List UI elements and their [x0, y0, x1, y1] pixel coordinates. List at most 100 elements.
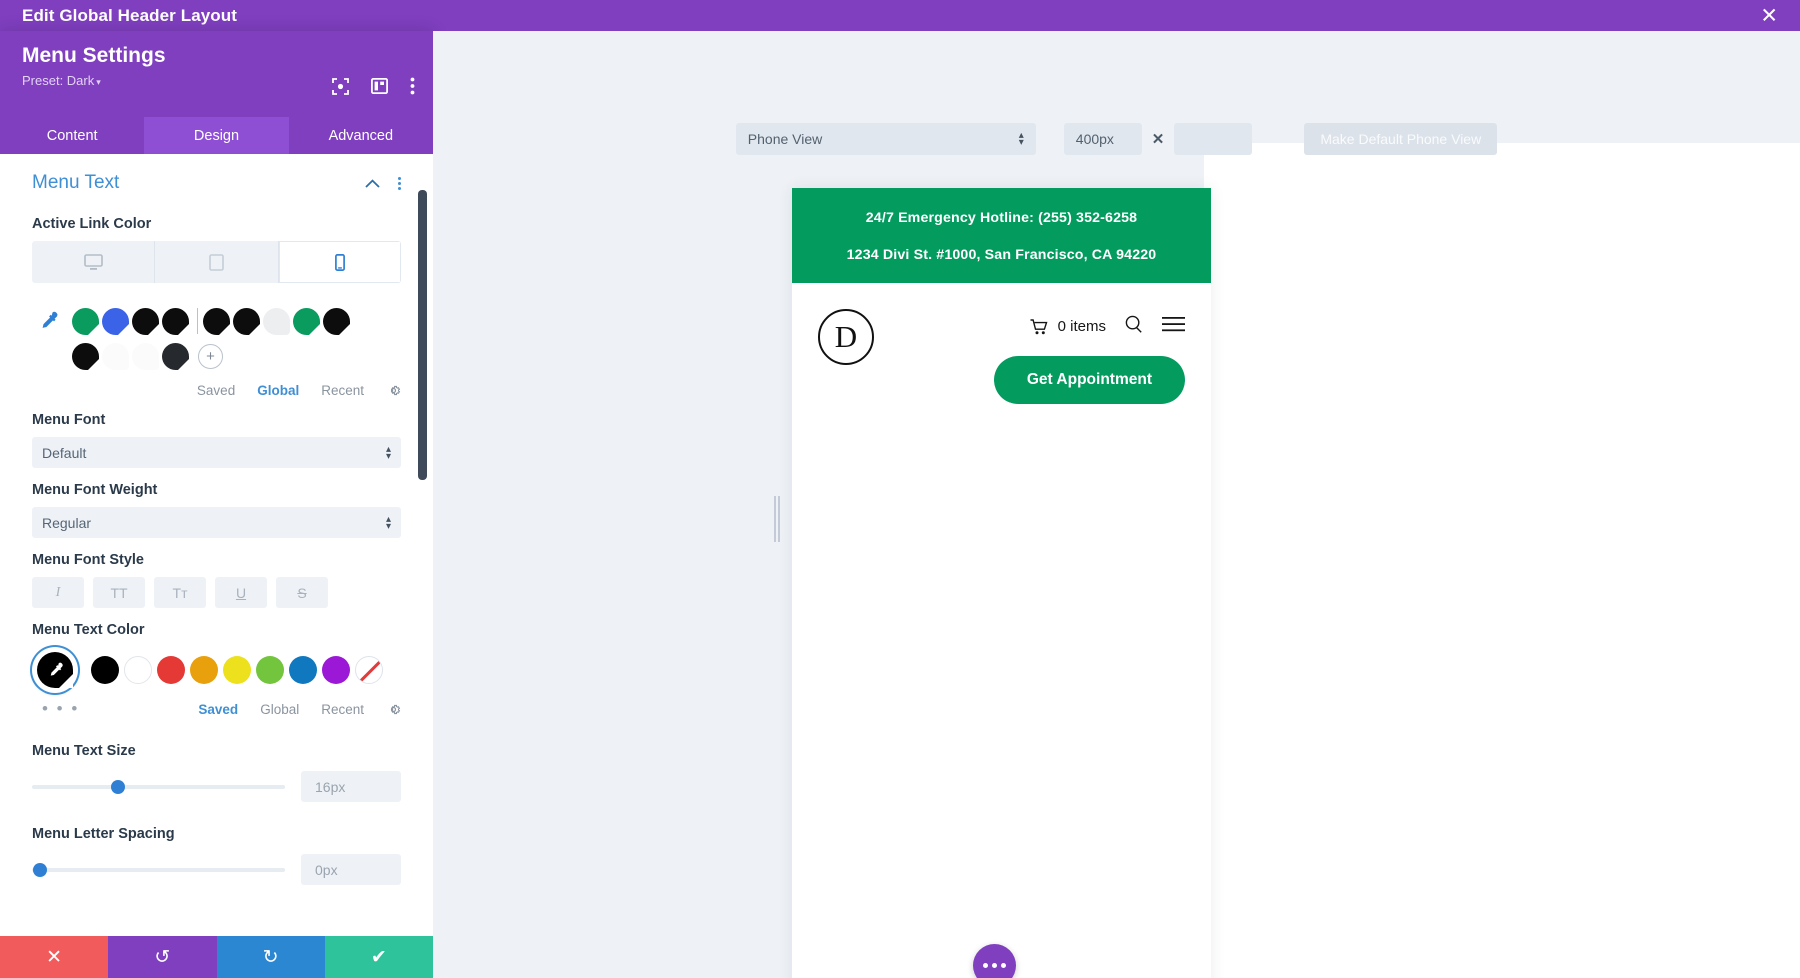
- preview-width-input[interactable]: 400px: [1063, 123, 1142, 155]
- menu-text-size-value[interactable]: 16px: [301, 771, 401, 802]
- swatch-global-3[interactable]: [132, 307, 159, 335]
- device-toggle-desktop[interactable]: [32, 241, 156, 283]
- tab-advanced[interactable]: Advanced: [289, 117, 433, 154]
- palette-swatch-none[interactable]: [355, 656, 383, 684]
- chevron-updown-icon: ▴ ▾: [1018, 130, 1024, 148]
- swatch-global-7[interactable]: [263, 307, 290, 335]
- palette-swatch-green[interactable]: [256, 656, 284, 684]
- style-underline-button[interactable]: U: [215, 577, 267, 608]
- color-tab-recent[interactable]: Recent: [321, 383, 364, 398]
- device-toggle-phone[interactable]: [278, 241, 401, 283]
- text-color-tab-recent[interactable]: Recent: [321, 702, 364, 717]
- add-swatch-button[interactable]: +: [198, 344, 223, 369]
- style-uppercase-button[interactable]: TT: [93, 577, 145, 608]
- text-color-tab-global[interactable]: Global: [260, 702, 299, 717]
- palette-swatch-red[interactable]: [157, 656, 185, 684]
- menu-font-weight-label: Menu Font Weight: [32, 482, 158, 498]
- swatch-global-4[interactable]: [162, 307, 189, 335]
- menu-font-label: Menu Font: [32, 412, 106, 428]
- close-icon[interactable]: ✕: [1760, 5, 1778, 26]
- more-vertical-icon[interactable]: [410, 77, 415, 95]
- swatch-global-5[interactable]: [203, 307, 230, 335]
- menu-text-color-palette: [32, 647, 401, 693]
- style-smallcaps-button[interactable]: Tᴛ: [154, 577, 206, 608]
- save-button[interactable]: ✔: [324, 936, 433, 978]
- menu-text-size-slider[interactable]: [32, 779, 285, 795]
- menu-letter-spacing-slider-knob[interactable]: [32, 862, 47, 877]
- emergency-hotline-text: 24/7 Emergency Hotline: (255) 352-6258: [865, 210, 1138, 226]
- get-appointment-button[interactable]: Get Appointment: [993, 356, 1185, 404]
- menu-font-weight-value: Regular: [42, 514, 92, 531]
- menu-text-color-active-swatch[interactable]: [32, 647, 78, 693]
- menu-font-weight-select[interactable]: Regular ▴ ▾: [32, 507, 401, 538]
- desktop-icon: [83, 253, 103, 270]
- menu-font-style-group: I TT Tᴛ U S: [32, 577, 401, 608]
- settings-panel-body: Menu Text Active Link Color + Saved Glob…: [0, 154, 433, 936]
- chevron-updown-icon: ▴ ▾: [385, 443, 391, 462]
- phone-preview-frame: 24/7 Emergency Hotline: (255) 352-6258 1…: [792, 188, 1211, 978]
- eyedropper-icon[interactable]: [32, 305, 64, 337]
- chevron-up-icon[interactable]: [365, 175, 380, 191]
- palette-swatch-black[interactable]: [91, 656, 119, 684]
- gear-icon[interactable]: [386, 383, 401, 398]
- cart-link[interactable]: 0 items: [1030, 318, 1106, 335]
- settings-panel: Menu Settings Preset: Dark ▾ Content Des…: [0, 31, 433, 978]
- swatch-global-12[interactable]: [132, 343, 159, 370]
- active-link-color-swatches: + Saved Global Recent: [32, 305, 401, 398]
- palette-swatch-white[interactable]: [124, 656, 152, 684]
- cart-items-label: 0 items: [1057, 318, 1106, 335]
- undo-button[interactable]: ↺: [108, 936, 217, 978]
- cancel-button[interactable]: ✕: [0, 936, 109, 978]
- palette-swatch-purple[interactable]: [322, 656, 350, 684]
- preview-right-canvas: [1204, 143, 1800, 978]
- gear-icon[interactable]: [386, 702, 401, 717]
- tab-design[interactable]: Design: [144, 117, 289, 154]
- menu-text-size-slider-knob[interactable]: [111, 779, 126, 794]
- swatch-global-6[interactable]: [233, 307, 260, 335]
- menu-text-color-label: Menu Text Color: [32, 622, 145, 638]
- menu-text-size-label: Menu Text Size: [32, 743, 136, 759]
- page-title: Menu Settings: [22, 44, 166, 67]
- swatch-global-11[interactable]: [102, 343, 129, 370]
- make-default-phone-view-button[interactable]: Make Default Phone View: [1304, 123, 1498, 155]
- device-toggle-group: [32, 241, 401, 283]
- swatch-divider: [197, 308, 198, 334]
- palette-swatch-blue[interactable]: [289, 656, 317, 684]
- panel-scrollbar[interactable]: [418, 190, 427, 480]
- search-icon[interactable]: [1125, 315, 1143, 338]
- menu-letter-spacing-slider[interactable]: [32, 862, 285, 878]
- color-tab-saved[interactable]: Saved: [197, 383, 235, 398]
- style-strikethrough-button[interactable]: S: [276, 577, 328, 608]
- layout-panel-icon[interactable]: [371, 78, 388, 94]
- swatch-global-2[interactable]: [102, 307, 129, 335]
- palette-swatch-orange[interactable]: [190, 656, 218, 684]
- resize-grip-left[interactable]: [772, 496, 782, 542]
- dimension-times-icon: ✕: [1151, 131, 1165, 148]
- shopping-cart-icon: [1030, 318, 1048, 334]
- menu-font-select[interactable]: Default ▴ ▾: [32, 437, 401, 468]
- swatch-global-10[interactable]: [72, 343, 99, 370]
- palette-swatch-yellow[interactable]: [223, 656, 251, 684]
- menu-letter-spacing-value[interactable]: 0px: [301, 854, 401, 885]
- phone-top-bar: 24/7 Emergency Hotline: (255) 352-6258 1…: [792, 188, 1211, 283]
- focus-target-icon[interactable]: [332, 77, 349, 95]
- chevron-updown-icon: ▴ ▾: [385, 513, 391, 532]
- tab-content[interactable]: Content: [0, 117, 144, 154]
- text-color-tab-saved[interactable]: Saved: [198, 702, 238, 717]
- swatch-global-9[interactable]: [323, 307, 350, 335]
- window-titlebar: Edit Global Header Layout ✕: [0, 0, 1800, 31]
- view-mode-select[interactable]: Phone View ▴ ▾: [735, 123, 1036, 155]
- palette-more-icon[interactable]: • • •: [32, 699, 122, 719]
- swatch-global-8[interactable]: [293, 307, 320, 335]
- redo-button[interactable]: ↻: [216, 936, 325, 978]
- preview-height-input[interactable]: [1174, 123, 1253, 155]
- style-italic-button[interactable]: I: [32, 577, 84, 608]
- swatch-global-13[interactable]: [162, 343, 189, 370]
- menu-letter-spacing-label: Menu Letter Spacing: [32, 826, 175, 842]
- swatch-global-1[interactable]: [72, 307, 99, 335]
- section-more-vertical-icon[interactable]: [398, 176, 401, 190]
- site-logo[interactable]: D: [818, 309, 874, 365]
- device-toggle-tablet[interactable]: [155, 241, 279, 283]
- hamburger-menu-icon[interactable]: [1162, 316, 1185, 337]
- color-tab-global[interactable]: Global: [257, 383, 299, 398]
